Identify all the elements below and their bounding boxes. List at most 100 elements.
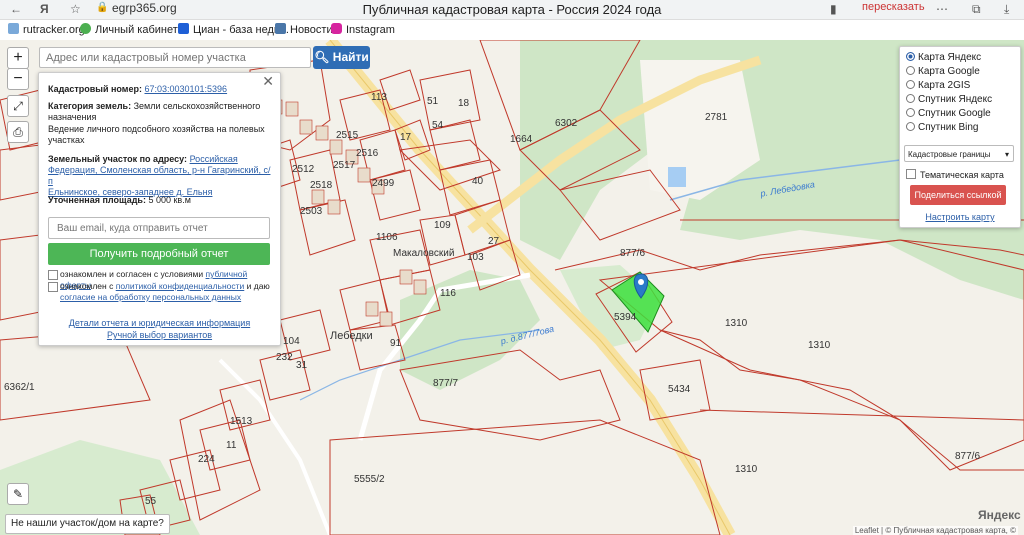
yandex-logo: Яндекс [978,508,1021,522]
yandex-browser-icon[interactable]: Я [40,2,49,16]
bookmark-rutracker[interactable]: rutracker.org [8,23,85,36]
village-label: Макаловский [393,248,455,259]
parcel-label: 18 [458,98,470,109]
email-field[interactable] [48,217,270,239]
parcel-label: 2518 [310,180,333,191]
layer-option-2gis-map[interactable]: Карта 2GIS [906,80,970,91]
back-icon[interactable]: ← [10,2,22,16]
parcel-label: 1513 [230,416,253,427]
menu-icon[interactable]: ⋯ [936,2,948,16]
cabinet-icon [80,23,91,34]
get-report-button[interactable]: Получить подробный отчет [48,243,270,265]
radio-icon [906,80,915,89]
layer-option-google-map[interactable]: Карта Google [906,66,980,77]
extensions-icon[interactable]: ⧉ [972,2,981,17]
parcel-label: 877/6 [955,451,981,462]
radio-icon [906,66,915,75]
chevron-down-icon: ▾ [1004,150,1009,159]
personal-data-link[interactable]: согласие на обработку персональных данны… [60,292,241,302]
village-label: Лебедки [330,330,373,342]
parcel-label: 6362/1 [4,382,35,393]
address-bar[interactable]: egrp365.org [112,1,177,15]
privacy-policy-link[interactable]: политикой конфиденциальности [116,281,245,291]
address-row: Земельный участок по адресу: Российская … [48,154,271,197]
parcel-label: 1664 [510,134,533,145]
pond [668,167,686,187]
cian-icon [178,23,189,34]
parcel-label: 109 [434,220,451,231]
parcel-label: 113 [371,92,387,103]
ruler-icon[interactable]: ✎ [7,483,29,505]
parcel-label: 1310 [735,464,758,475]
report-details-link[interactable]: Детали отчета и юридическая информация [39,318,280,329]
address-link[interactable]: Российская [190,154,238,164]
parcel-label: 40 [472,176,484,187]
thematic-checkbox[interactable] [906,169,916,179]
parcel-label: 1310 [808,340,831,351]
layer-option-google-satellite[interactable]: Спутник Google [906,108,991,119]
parcel-label: 27 [488,236,500,247]
map-attribution[interactable]: Leaflet | © Публичная кадастровая карта,… [852,526,1018,535]
parcel-label: 55 [145,496,157,507]
download-icon[interactable]: ⤓ [1004,2,1009,17]
bookmark-instagram[interactable]: Instagram [331,23,395,36]
bookmark-cian[interactable]: Циан - база недв... [178,23,289,36]
parcel-label: 232 [276,352,293,363]
zoom-in-button[interactable]: + [7,47,29,69]
parcel-label: 877/6 [620,248,646,259]
print-icon[interactable]: ⎙ [7,121,29,143]
map-layers-panel: Карта Яндекс Карта Google Карта 2GIS Спу… [899,46,1021,228]
not-found-button[interactable]: Не нашли участок/дом на карте? [5,514,170,534]
parcel-label: 17 [400,132,412,143]
bookmark-news[interactable]: Новости [275,23,333,36]
bookmarks-bar: rutracker.org Личный кабинет Циан - база… [0,20,1024,41]
browser-tab-bar: ← Я ☆ 🔒 egrp365.org Публичная кадастрова… [0,0,1024,20]
cadastral-number-row: Кадастровый номер: 67:03:0030101:5396 [48,84,228,94]
parcel-label: 5555/2 [354,474,385,485]
parcel-label: 1106 [376,232,398,243]
rutracker-icon [8,23,19,34]
usage-text: Ведение личного подсобного хозяйства на … [48,124,265,145]
layer-option-bing-satellite[interactable]: Спутник Bing [906,122,979,133]
search-input[interactable] [39,47,311,68]
instagram-icon [331,23,342,34]
cadastral-layer-select[interactable]: Кадастровые границы ▾ [904,145,1014,162]
parcel-label: 6302 [555,118,578,129]
parcel-label: 2516 [356,148,379,159]
parcel-label: 2503 [300,206,323,217]
cadastral-number-link[interactable]: 67:03:0030101:5396 [144,84,227,94]
parcel-label: 2515 [336,130,359,141]
privacy-checkbox[interactable] [48,282,58,292]
bookmark-cabinet[interactable]: Личный кабинет [80,23,178,36]
share-link-button[interactable]: Поделиться ссылкой [910,185,1006,205]
parcel-label: 2517 [333,160,356,171]
search-button-label: Найти [332,50,369,64]
layer-option-yandex-satellite[interactable]: Спутник Яндекс [906,94,992,105]
vk-icon [275,23,286,34]
parcel-label: 224 [198,454,215,465]
zoom-out-button[interactable]: − [7,68,29,90]
privacy-consent-text: ознакомлен с политикой конфиденциальност… [60,281,270,302]
bookmark-star-icon[interactable]: ☆ [70,2,81,16]
radio-icon [906,94,915,103]
parcel-label: 5434 [668,384,691,395]
parcel-label: 877/7 [433,378,459,389]
parcel-label: 5394 [614,312,637,323]
radio-selected-icon [906,52,915,61]
parcel-label: 31 [296,360,308,371]
fullscreen-icon[interactable]: ⤢ [7,95,29,117]
thematic-map-toggle[interactable]: Тематическая карта [906,169,1004,180]
parcel-label: 91 [390,338,402,349]
translate-button[interactable]: пересказать [856,1,931,17]
parcel-info-panel: ✕ Кадастровый номер: 67:03:0030101:5396 … [38,72,281,346]
configure-map-link[interactable]: Настроить карту [900,212,1020,222]
layer-option-yandex-map[interactable]: Карта Яндекс [906,52,981,63]
parcel-label: 2781 [705,112,728,123]
offer-checkbox[interactable] [48,270,58,280]
manual-choice-link[interactable]: Ручной выбор вариантов [39,330,280,341]
radio-icon [906,108,915,117]
parcel-label: 2512 [292,164,315,175]
search-button[interactable]: 🔍︎ Найти [313,46,370,69]
bookmark-icon[interactable]: ▮ [830,2,837,16]
search-icon: 🔍︎ [314,50,330,64]
